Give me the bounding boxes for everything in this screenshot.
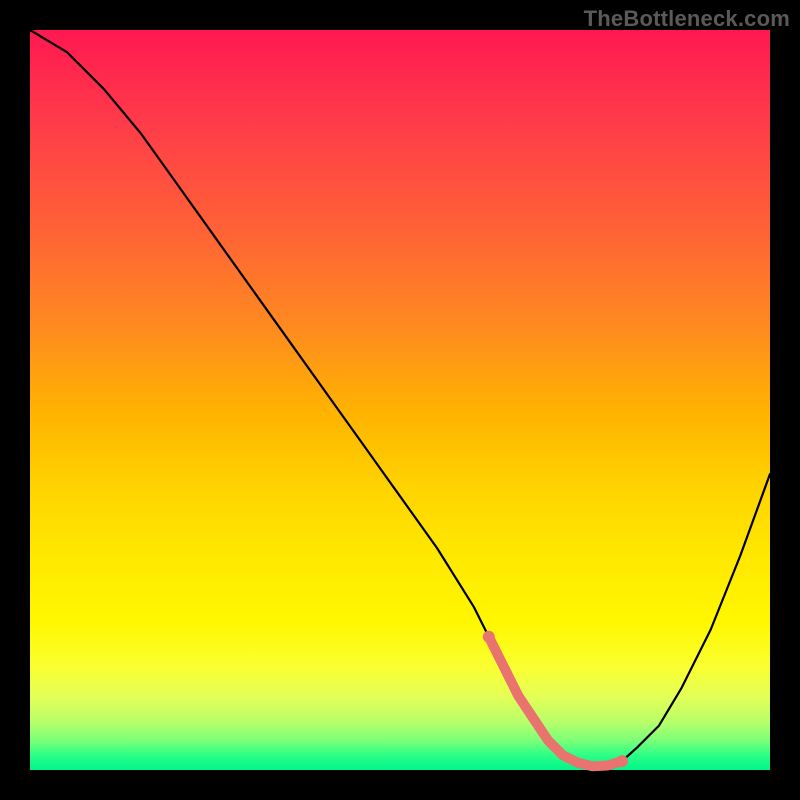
watermark-text: TheBottleneck.com	[584, 6, 790, 32]
curve-line	[30, 30, 770, 766]
chart-container: TheBottleneck.com	[0, 0, 800, 800]
highlight-dot	[616, 755, 628, 767]
plot-area	[30, 30, 770, 770]
highlight-dot	[483, 631, 495, 643]
chart-svg	[30, 30, 770, 770]
highlight-segment	[489, 637, 622, 767]
